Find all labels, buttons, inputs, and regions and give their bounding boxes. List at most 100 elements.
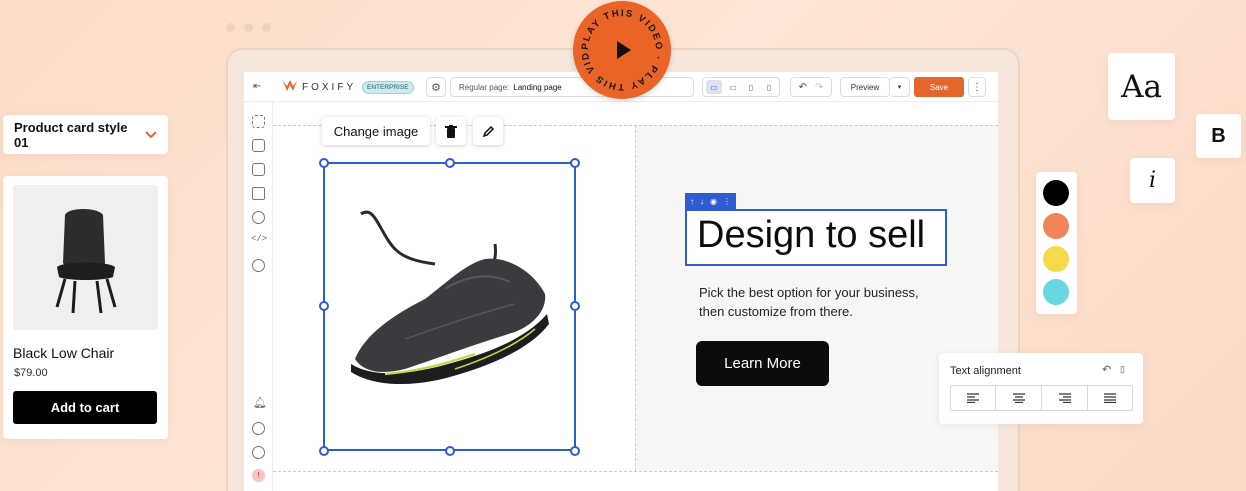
play-video-button[interactable]: PLAY THIS VIDEO · PLAY THIS VIDEO · — [568, 0, 671, 99]
store-icon[interactable] — [252, 163, 265, 176]
add-section-icon[interactable] — [252, 115, 265, 128]
foxify-logo-icon — [282, 79, 298, 98]
element-mini-toolbar: ↑ ↓ ◉ ⋮ — [685, 193, 736, 209]
page-name: Landing page — [513, 82, 562, 92]
brand-name: FOXIFY — [302, 82, 357, 93]
save-button[interactable]: Save — [914, 77, 964, 97]
move-down-icon[interactable]: ↓ — [700, 197, 704, 206]
resize-handle[interactable] — [570, 301, 580, 311]
editor-screen: ⇤ FOXIFY ENTERPRISE ⚙ Regular page: Land… — [244, 72, 998, 491]
bell-icon[interactable]: 🔔︎ — [253, 396, 267, 409]
laptop-view-button[interactable]: ▭ — [726, 83, 740, 92]
editor-sidebar: </> 🔔︎ ! — [244, 102, 273, 491]
laptop-icon: ▭ — [729, 82, 737, 92]
italic-button[interactable]: i — [1130, 158, 1175, 203]
align-left-icon — [967, 393, 979, 403]
column-guide — [635, 125, 636, 471]
align-center-icon — [1012, 393, 1025, 403]
card-style-dropdown[interactable]: Product card style 01 — [3, 115, 168, 154]
decor-dot — [262, 23, 271, 32]
settings-button[interactable]: ⚙ — [426, 77, 446, 97]
page-type: Regular page: — [459, 82, 510, 92]
theme-icon[interactable] — [252, 259, 265, 272]
align-justify-button[interactable] — [1088, 385, 1133, 411]
product-card: Black Low Chair $79.00 Add to cart — [3, 176, 168, 439]
visibility-icon[interactable]: ◉ — [710, 197, 717, 206]
sneaker-image — [351, 210, 549, 385]
device-switcher: ▭ ▭ ▯ ▯ — [702, 77, 780, 97]
resize-handle[interactable] — [570, 158, 580, 168]
chevron-down-icon — [145, 130, 157, 138]
redo-icon[interactable]: ↷ — [815, 82, 823, 93]
kebab-icon[interactable]: ⋮ — [723, 197, 731, 206]
hero-description: Pick the best option for your business, … — [699, 285, 919, 319]
preview-button[interactable]: Preview — [840, 77, 890, 97]
alert-icon[interactable]: ! — [252, 469, 265, 482]
learn-more-button[interactable]: Learn More — [696, 341, 829, 386]
tablet-icon: ▯ — [748, 82, 754, 92]
text-alignment-title: Text alignment — [950, 365, 1021, 377]
device-icon[interactable]: ▯ — [1120, 364, 1125, 375]
mobile-view-button[interactable]: ▯ — [762, 83, 776, 92]
align-center-button[interactable] — [996, 385, 1042, 411]
resize-handle[interactable] — [445, 158, 455, 168]
align-justify-icon — [1104, 393, 1116, 403]
kebab-icon: ⋮ — [972, 81, 982, 93]
card-style-value: Product card style 01 — [14, 119, 128, 150]
resize-handle[interactable] — [319, 446, 329, 456]
delete-image-button[interactable] — [436, 117, 466, 145]
color-swatch-orange[interactable] — [1043, 213, 1069, 239]
resize-handle[interactable] — [319, 158, 329, 168]
product-name: Black Low Chair — [13, 345, 115, 361]
help-icon[interactable] — [252, 446, 265, 459]
product-image[interactable] — [13, 185, 158, 330]
color-swatch-black[interactable] — [1043, 180, 1069, 206]
resize-handle[interactable] — [445, 446, 455, 456]
align-left-button[interactable] — [950, 385, 996, 411]
play-ring-text: PLAY THIS VIDEO · PLAY THIS VIDEO · — [568, 0, 662, 92]
product-price: $79.00 — [14, 367, 48, 379]
chevron-down-icon: ▾ — [897, 84, 902, 91]
desktop-view-button[interactable]: ▭ — [706, 80, 722, 94]
change-image-button[interactable]: Change image — [322, 117, 430, 145]
text-alignment-panel: Text alignment ↶ ▯ — [939, 353, 1143, 424]
tablet-view-button[interactable]: ▯ — [744, 83, 758, 92]
play-icon — [617, 41, 631, 59]
font-family-card[interactable]: Aa — [1108, 53, 1175, 120]
chat-icon[interactable] — [252, 422, 265, 435]
desktop-icon: ▭ — [710, 82, 718, 92]
editor-canvas: Change image ↑ ↓ ◉ ⋮ Design to sell Pick… — [273, 102, 998, 491]
chair-image — [55, 209, 117, 314]
apps-icon[interactable] — [252, 187, 265, 200]
trash-icon — [445, 124, 457, 138]
code-icon[interactable]: </> — [251, 234, 267, 244]
pencil-icon — [482, 125, 494, 137]
history-controls: ↶ ↷ — [790, 77, 832, 97]
color-palette — [1036, 172, 1077, 314]
add-to-cart-button[interactable]: Add to cart — [13, 391, 157, 424]
color-swatch-yellow[interactable] — [1043, 246, 1069, 272]
section-guide-bottom — [273, 471, 998, 472]
bold-button[interactable]: B — [1196, 114, 1241, 158]
align-right-icon — [1058, 393, 1071, 403]
resize-handle[interactable] — [570, 446, 580, 456]
align-right-button[interactable] — [1042, 385, 1088, 411]
image-selection-frame[interactable] — [323, 162, 576, 451]
mobile-icon: ▯ — [766, 82, 772, 92]
hero-headline: Design to sell — [697, 214, 926, 256]
history-icon[interactable] — [252, 211, 265, 224]
alignment-options — [950, 385, 1133, 411]
decor-dot — [244, 23, 253, 32]
undo-icon[interactable]: ↶ — [799, 82, 807, 93]
layers-icon[interactable] — [252, 139, 265, 152]
exit-icon[interactable]: ⇤ — [253, 81, 261, 92]
resize-handle[interactable] — [319, 301, 329, 311]
move-up-icon[interactable]: ↑ — [690, 197, 694, 206]
preview-dropdown[interactable]: ▾ — [890, 77, 910, 97]
plan-badge: ENTERPRISE — [362, 81, 414, 94]
gear-icon: ⚙ — [431, 81, 441, 94]
reset-icon[interactable]: ↶ — [1102, 363, 1111, 376]
more-options-button[interactable]: ⋮ — [968, 77, 986, 97]
edit-image-button[interactable] — [473, 117, 503, 145]
color-swatch-cyan[interactable] — [1043, 279, 1069, 305]
